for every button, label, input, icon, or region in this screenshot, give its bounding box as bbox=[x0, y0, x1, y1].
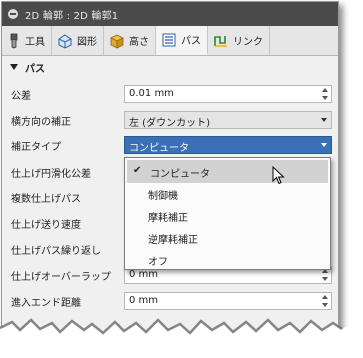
row-label: 横方向の補正 bbox=[11, 117, 71, 128]
collapse-triangle-icon[interactable] bbox=[10, 64, 18, 70]
option-label: コンピュータ bbox=[150, 169, 210, 180]
title-bar[interactable]: 2D 輪郭 : 2D 輪郭1 bbox=[2, 2, 338, 26]
compensation-type-dropdown[interactable]: コンピュータ bbox=[124, 136, 332, 154]
mouse-cursor-icon bbox=[272, 166, 285, 185]
option-label: 摩耗補正 bbox=[148, 213, 188, 224]
option-label: オフ bbox=[148, 257, 168, 268]
row-label: 複数仕上げパス bbox=[11, 194, 81, 205]
option-label: 逆摩耗補正 bbox=[148, 235, 198, 246]
sideways-compensation-dropdown[interactable]: 左 (ダウンカット) bbox=[124, 111, 332, 129]
tab-label: パス bbox=[181, 36, 201, 47]
option-label: 制御機 bbox=[148, 191, 178, 202]
dropdown-arrow-icon bbox=[321, 143, 327, 147]
window-title: 2D 輪郭 : 2D 輪郭1 bbox=[25, 10, 119, 22]
option-control[interactable]: 制御機 bbox=[125, 182, 330, 205]
torn-edge-decoration bbox=[0, 318, 363, 358]
spinner-icon[interactable] bbox=[322, 295, 328, 307]
row-label: 進入エンド距離 bbox=[11, 298, 81, 309]
section-header-passes[interactable]: パス bbox=[2, 56, 338, 78]
dropdown-value: 左 (ダウンカット) bbox=[129, 118, 210, 129]
linking-icon bbox=[214, 35, 227, 47]
row-label: 仕上げ送り速度 bbox=[11, 220, 81, 231]
heights-icon bbox=[110, 34, 124, 49]
field-value: 0.01 mm bbox=[129, 88, 174, 99]
close-icon[interactable] bbox=[8, 9, 18, 19]
option-wear[interactable]: 摩耗補正 bbox=[125, 204, 330, 227]
option-off[interactable]: オフ bbox=[125, 248, 330, 271]
spinner-icon[interactable] bbox=[322, 88, 328, 100]
tab-tool[interactable]: 工具 bbox=[2, 26, 52, 55]
row-label: 仕上げオーバーラップ bbox=[11, 272, 111, 283]
row-compensation-type: 補正タイプ コンピュータ bbox=[2, 133, 338, 157]
tab-label: 図形 bbox=[77, 37, 97, 48]
dialog-window: 2D 輪郭 : 2D 輪郭1 工具 図形 高さ パス リンク パス 公差 0.0… bbox=[1, 1, 339, 343]
tab-label: リンク bbox=[233, 37, 263, 48]
tab-passes[interactable]: パス bbox=[156, 26, 208, 55]
dropdown-arrow-icon bbox=[321, 118, 327, 122]
tolerance-input[interactable]: 0.01 mm bbox=[124, 85, 332, 103]
field-value: 0 mm bbox=[129, 295, 159, 306]
tab-geometry[interactable]: 図形 bbox=[52, 26, 104, 55]
checkmark-icon: ✔ bbox=[133, 165, 142, 176]
option-computer[interactable]: ✔ コンピュータ bbox=[127, 160, 328, 183]
row-label: 補正タイプ bbox=[11, 142, 61, 153]
tab-label: 工具 bbox=[25, 37, 45, 48]
passes-icon bbox=[162, 33, 176, 46]
geometry-icon bbox=[58, 33, 72, 49]
tab-bar: 工具 図形 高さ パス リンク bbox=[2, 26, 338, 56]
row-label: 仕上げ円滑化公差 bbox=[11, 169, 91, 180]
row-label: 仕上げパス繰り返し bbox=[11, 246, 101, 257]
tab-linking[interactable]: リンク bbox=[208, 26, 270, 55]
tool-icon bbox=[10, 33, 18, 48]
section-label: パス bbox=[25, 63, 45, 75]
compensation-type-popup: ✔ コンピュータ 制御機 摩耗補正 逆摩耗補正 オフ bbox=[124, 157, 331, 270]
row-tolerance: 公差 0.01 mm bbox=[2, 82, 338, 106]
row-sideways-compensation: 横方向の補正 左 (ダウンカット) bbox=[2, 108, 338, 132]
option-inverse-wear[interactable]: 逆摩耗補正 bbox=[125, 226, 330, 249]
dropdown-value: コンピュータ bbox=[129, 143, 189, 154]
tab-label: 高さ bbox=[129, 37, 149, 48]
row-label: 公差 bbox=[11, 91, 31, 102]
tab-heights[interactable]: 高さ bbox=[104, 26, 156, 55]
